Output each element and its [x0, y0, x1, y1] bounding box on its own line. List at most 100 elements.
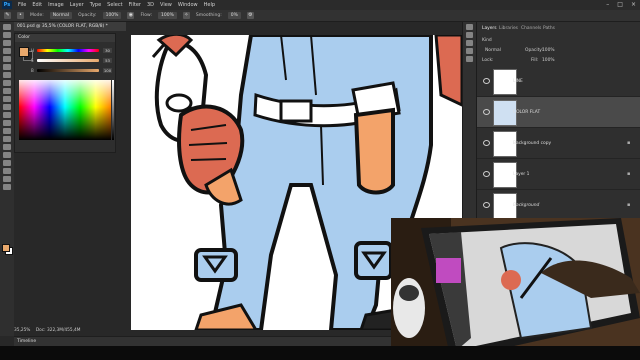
- layer-row-layer-1[interactable]: Layer 1 ▪: [477, 159, 640, 190]
- history-brush-tool-icon[interactable]: [3, 96, 11, 102]
- layer-row-color-flat[interactable]: COLOR FLAT: [477, 97, 640, 128]
- saturation-slider[interactable]: [37, 59, 99, 62]
- layer-row-line[interactable]: LINE: [477, 66, 640, 97]
- zoom-tool-icon[interactable]: [3, 176, 11, 182]
- menu-help[interactable]: Help: [204, 2, 215, 8]
- tab-channels[interactable]: Channels: [521, 26, 541, 31]
- lock-icon: ▪: [627, 140, 631, 146]
- hue-label: H: [31, 48, 35, 53]
- menu-filter[interactable]: Filter: [129, 2, 141, 8]
- doc-info: Doc: 322,3M/455,4M: [35, 328, 81, 333]
- menu-view[interactable]: View: [160, 2, 172, 8]
- brush-size-icon[interactable]: •: [17, 12, 24, 19]
- saturation-label: S: [31, 58, 34, 63]
- layer-row-background[interactable]: Background ▪: [477, 190, 640, 221]
- lasso-tool-icon[interactable]: [3, 40, 11, 46]
- maximize-button[interactable]: □: [617, 1, 623, 8]
- swatches-panel-icon[interactable]: [466, 48, 473, 54]
- close-button[interactable]: ×: [631, 1, 636, 8]
- menu-layer[interactable]: Layer: [70, 2, 84, 8]
- move-tool-icon[interactable]: [3, 24, 11, 30]
- layer-name: LINE: [513, 79, 523, 84]
- brightness-slider[interactable]: [37, 69, 99, 72]
- adjustments-panel-icon[interactable]: [466, 40, 473, 46]
- menu-window[interactable]: Window: [178, 2, 198, 8]
- menu-edit[interactable]: Edit: [32, 2, 42, 8]
- brushes-panel-icon[interactable]: [466, 56, 473, 62]
- menu-image[interactable]: Image: [48, 2, 64, 8]
- filter-kind-select[interactable]: Kind: [482, 38, 492, 43]
- gear-icon[interactable]: ⚙: [246, 12, 254, 19]
- fill-field[interactable]: 100%: [542, 58, 555, 63]
- color-spectrum[interactable]: [19, 80, 111, 140]
- document-tab[interactable]: 001.psd @ 35,5% (COLOR FLAT, RGB/8) *: [14, 22, 126, 31]
- foreground-color-chip[interactable]: [19, 47, 29, 57]
- opacity-label: Opacity:: [78, 13, 97, 18]
- crop-tool-icon[interactable]: [3, 56, 11, 62]
- mode-select[interactable]: Normal: [49, 12, 73, 19]
- layer-opacity-field[interactable]: 100%: [542, 48, 555, 53]
- visibility-eye-icon[interactable]: [483, 202, 490, 208]
- smoothing-field[interactable]: 0%: [227, 12, 241, 19]
- visibility-eye-icon[interactable]: [483, 109, 490, 115]
- lock-icon: ▪: [627, 202, 631, 208]
- layer-name: Layer 1: [513, 172, 530, 177]
- layer-name: Background copy: [513, 141, 552, 146]
- photoshop-logo-icon: Ps: [2, 1, 12, 9]
- menu-3d[interactable]: 3D: [147, 2, 154, 8]
- airbrush-icon[interactable]: ✧: [182, 12, 190, 19]
- layer-name: COLOR FLAT: [513, 110, 541, 115]
- healing-tool-icon[interactable]: [3, 72, 11, 78]
- stamp-tool-icon[interactable]: [3, 88, 11, 94]
- dodge-tool-icon[interactable]: [3, 128, 11, 134]
- eyedropper-tool-icon[interactable]: [3, 64, 11, 70]
- gradient-tool-icon[interactable]: [3, 112, 11, 118]
- marquee-tool-icon[interactable]: [3, 32, 11, 38]
- properties-panel-icon[interactable]: [466, 32, 473, 38]
- tab-libraries[interactable]: Libraries: [499, 26, 518, 31]
- tab-layers[interactable]: Layers: [482, 26, 497, 31]
- mode-label: Mode:: [30, 13, 44, 18]
- opacity-field[interactable]: 100%: [102, 12, 122, 19]
- more-tools-icon[interactable]: [3, 184, 11, 190]
- saturation-value[interactable]: 53: [103, 58, 112, 63]
- layer-name: Background: [513, 203, 540, 208]
- eraser-tool-icon[interactable]: [3, 104, 11, 110]
- visibility-eye-icon[interactable]: [483, 140, 490, 146]
- layers-panel: Layers Libraries Channels Paths Kind Nor…: [476, 22, 640, 221]
- brush-tool-icon[interactable]: [3, 80, 11, 86]
- blur-tool-icon[interactable]: [3, 120, 11, 126]
- pressure-opacity-icon[interactable]: ◉: [127, 12, 135, 19]
- visibility-eye-icon[interactable]: [483, 78, 490, 84]
- hand-tool-icon[interactable]: [3, 168, 11, 174]
- menu-type[interactable]: Type: [90, 2, 101, 8]
- path-select-tool-icon[interactable]: [3, 152, 11, 158]
- color-panel-title: Color: [15, 34, 115, 42]
- blend-mode-select[interactable]: Normal: [485, 48, 501, 53]
- layer-row-background-copy[interactable]: Background copy ▪: [477, 128, 640, 159]
- menu-file[interactable]: File: [18, 2, 26, 8]
- menu-select[interactable]: Select: [107, 2, 122, 8]
- color-panel: Color H 30 S 53 B 100: [14, 33, 116, 153]
- foreground-color-swatch[interactable]: [2, 244, 10, 252]
- brush-tool-preset-icon[interactable]: ✎: [4, 12, 11, 19]
- grayscale-ramp[interactable]: [112, 80, 114, 140]
- flow-field[interactable]: 100%: [158, 12, 177, 19]
- fill-label: Fill:: [531, 58, 539, 63]
- menu-bar: Ps File Edit Image Layer Type Select Fil…: [0, 0, 640, 10]
- tablet-photo-inset: [391, 218, 640, 360]
- minimize-button[interactable]: –: [606, 1, 609, 8]
- pen-tool-icon[interactable]: [3, 136, 11, 142]
- timeline-tab[interactable]: Timeline: [14, 339, 36, 344]
- brightness-value[interactable]: 100: [103, 68, 112, 73]
- quick-select-tool-icon[interactable]: [3, 48, 11, 54]
- hue-value[interactable]: 30: [103, 48, 112, 53]
- shape-tool-icon[interactable]: [3, 160, 11, 166]
- hue-slider[interactable]: [37, 49, 99, 52]
- history-panel-icon[interactable]: [466, 24, 473, 30]
- type-tool-icon[interactable]: [3, 144, 11, 150]
- tablet-photo: [391, 218, 640, 360]
- zoom-level[interactable]: 35,25%: [14, 328, 30, 333]
- tab-paths[interactable]: Paths: [543, 26, 555, 31]
- visibility-eye-icon[interactable]: [483, 171, 490, 177]
